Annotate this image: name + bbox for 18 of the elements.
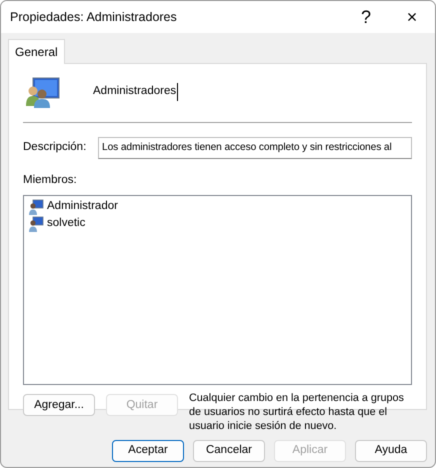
dialog-button[interactable]: Aceptar bbox=[112, 440, 184, 462]
dialog-button[interactable]: Cancelar bbox=[193, 440, 265, 462]
member-button[interactable]: Agregar... bbox=[23, 394, 95, 416]
group-icon bbox=[25, 76, 61, 108]
members-label: Miembros: bbox=[23, 173, 78, 188]
member-item[interactable]: Administrador bbox=[26, 198, 409, 216]
tab[interactable]: General bbox=[8, 39, 65, 64]
user-computer-icon bbox=[28, 198, 44, 215]
description-label: Descripción: bbox=[23, 140, 88, 156]
dialog-button[interactable]: Ayuda bbox=[355, 440, 427, 462]
user-computer-icon bbox=[28, 216, 44, 232]
window-title: Propiedades: Administradores bbox=[10, 8, 178, 26]
group-name-field[interactable]: Administradores bbox=[93, 83, 178, 101]
help-button[interactable]: ? bbox=[343, 1, 389, 33]
membership-note: Cualquier cambio en la pertenencia a grupos de usuarios no surtirá efecto hasta que el usuario inicie sesión de nuevo. bbox=[189, 391, 405, 434]
member-item[interactable]: solvetic bbox=[26, 215, 409, 232]
close-button[interactable]: × bbox=[389, 1, 435, 33]
description-field[interactable]: Los administradores tienen acceso completo y sin restricciones al bbox=[98, 137, 412, 159]
